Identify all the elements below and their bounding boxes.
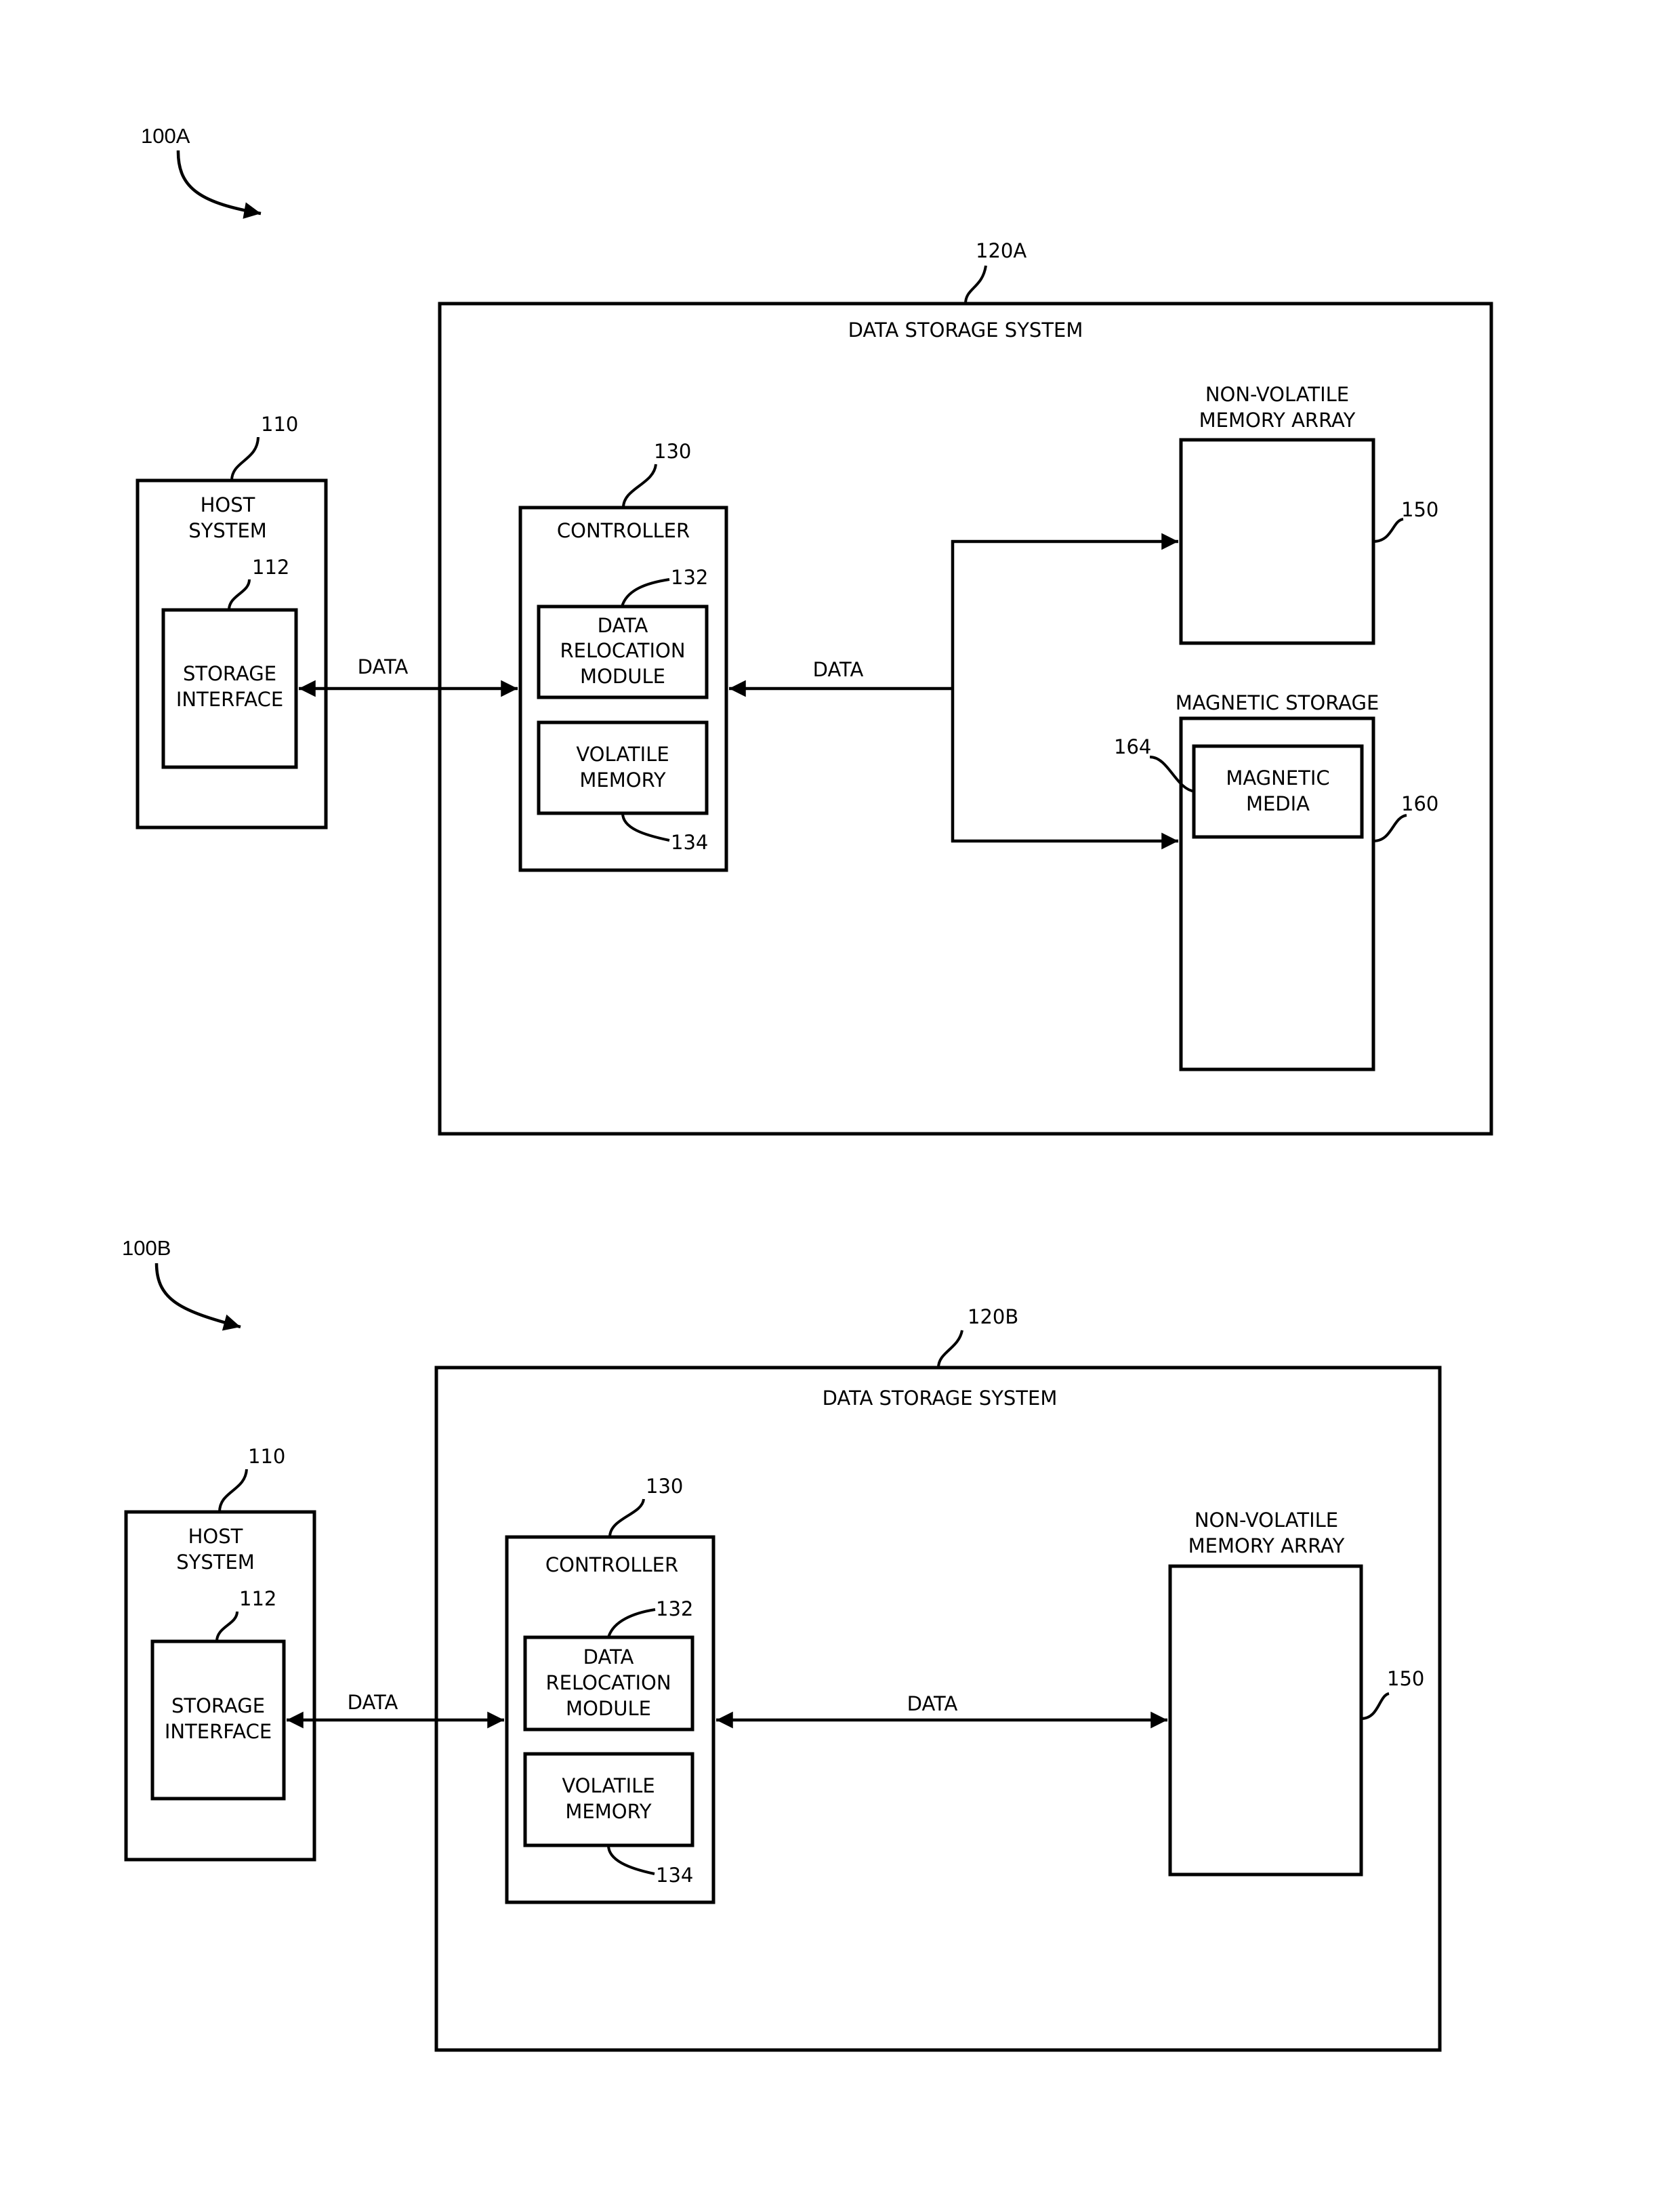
controller-ref: 130 xyxy=(646,1475,683,1498)
host-title-line-1: HOST xyxy=(201,493,255,516)
interface-line-2: INTERFACE xyxy=(176,688,283,711)
volatile-line-2: MEMORY xyxy=(579,769,665,792)
storage-link-label: DATA xyxy=(813,658,864,681)
figure-pointer-arrow-icon xyxy=(176,150,262,219)
system-ref: 120B xyxy=(968,1305,1018,1328)
magnetic-media-box xyxy=(1192,744,1364,839)
host-ref-leader xyxy=(230,436,260,481)
non-volatile-memory-array-box xyxy=(1168,1564,1363,1877)
controller-title: CONTROLLER xyxy=(557,519,690,542)
system-ref-leader xyxy=(937,1330,963,1368)
host-title-line-2: SYSTEM xyxy=(176,1551,255,1574)
media-line-2: MEDIA xyxy=(1246,792,1310,815)
figure-label: 100B xyxy=(122,1236,171,1260)
host-title-line-2: SYSTEM xyxy=(188,519,267,542)
controller-ref: 130 xyxy=(654,440,691,463)
host-ref: 110 xyxy=(248,1445,285,1468)
host-link-label: DATA xyxy=(358,655,409,678)
relocation-line-1: DATA xyxy=(583,1645,634,1668)
interface-line-2: INTERFACE xyxy=(165,1720,272,1743)
nvm-title-line-1: NON-VOLATILE xyxy=(1205,383,1349,406)
volatile-ref: 134 xyxy=(671,831,708,854)
system-title: DATA STORAGE SYSTEM xyxy=(848,319,1083,342)
patent-figure: 100A 120A DATA STORAGE SYSTEM 110 HOST S… xyxy=(122,124,1493,2052)
figure-label: 100A xyxy=(141,124,190,148)
interface-line-1: STORAGE xyxy=(171,1694,265,1717)
volatile-ref: 134 xyxy=(656,1864,693,1887)
relocation-ref: 132 xyxy=(656,1597,693,1620)
storage-link-label: DATA xyxy=(907,1692,958,1715)
volatile-line-1: VOLATILE xyxy=(576,743,669,766)
interface-ref: 112 xyxy=(252,556,289,579)
relocation-ref: 132 xyxy=(671,566,708,589)
relocation-line-1: DATA xyxy=(598,614,648,637)
relocation-line-2: RELOCATION xyxy=(545,1671,671,1694)
volatile-line-2: MEMORY xyxy=(565,1800,651,1823)
host-link-label: DATA xyxy=(348,1691,398,1714)
host-ref-leader xyxy=(218,1469,248,1513)
media-ref: 164 xyxy=(1114,735,1151,758)
figure-pointer-arrow-icon xyxy=(154,1263,241,1331)
non-volatile-memory-array-box xyxy=(1179,438,1375,645)
magnetic-storage-title: MAGNETIC STORAGE xyxy=(1176,691,1379,714)
relocation-line-3: MODULE xyxy=(580,665,665,688)
system-ref-leader xyxy=(964,265,987,304)
volatile-memory-box xyxy=(537,720,709,815)
magnetic-ref: 160 xyxy=(1401,792,1438,815)
host-title-line-1: HOST xyxy=(188,1525,243,1548)
media-line-1: MAGNETIC xyxy=(1226,766,1329,790)
figure-100a: 100A 120A DATA STORAGE SYSTEM 110 HOST S… xyxy=(136,124,1493,1136)
relocation-line-3: MODULE xyxy=(566,1697,651,1720)
interface-line-1: STORAGE xyxy=(183,662,276,685)
volatile-line-1: VOLATILE xyxy=(562,1774,655,1797)
nvm-title-line-2: MEMORY ARRAY xyxy=(1199,409,1356,432)
nvm-title-line-1: NON-VOLATILE xyxy=(1195,1509,1338,1532)
nvm-ref: 150 xyxy=(1387,1667,1424,1690)
nvm-ref: 150 xyxy=(1401,498,1438,521)
system-ref: 120A xyxy=(976,239,1026,262)
relocation-line-2: RELOCATION xyxy=(560,639,685,662)
system-title: DATA STORAGE SYSTEM xyxy=(823,1387,1058,1410)
interface-ref: 112 xyxy=(239,1587,276,1610)
controller-title: CONTROLLER xyxy=(545,1553,678,1576)
host-ref: 110 xyxy=(261,413,298,436)
nvm-title-line-2: MEMORY ARRAY xyxy=(1188,1534,1345,1557)
figure-100b: 100B 120B DATA STORAGE SYSTEM 110 HOST S… xyxy=(122,1236,1442,2052)
